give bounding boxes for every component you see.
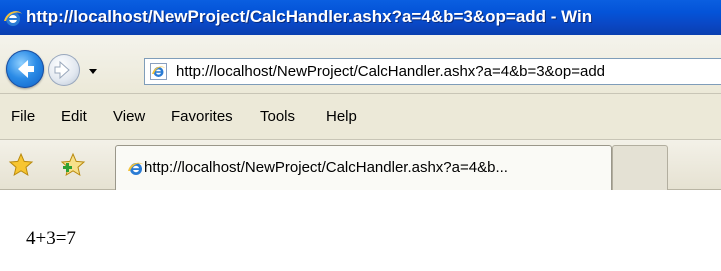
- menu-tools[interactable]: Tools: [260, 108, 295, 125]
- menu-edit[interactable]: Edit: [61, 108, 87, 125]
- menu-favorites[interactable]: Favorites: [171, 108, 233, 125]
- menu-file[interactable]: File: [11, 108, 35, 125]
- tab-title: http://localhost/NewProject/CalcHandler.…: [144, 159, 508, 176]
- forward-arrow-icon: [54, 60, 70, 80]
- page-content: 4+3=7: [0, 190, 721, 271]
- ie-page-icon: [150, 63, 167, 80]
- chevron-down-icon: [89, 69, 97, 74]
- address-bar[interactable]: http://localhost/NewProject/CalcHandler.…: [144, 58, 721, 85]
- window-title: http://localhost/NewProject/CalcHandler.…: [26, 7, 593, 26]
- title-bar: http://localhost/NewProject/CalcHandler.…: [0, 0, 721, 35]
- history-dropdown-button[interactable]: [85, 63, 101, 79]
- menu-help[interactable]: Help: [326, 108, 357, 125]
- menu-bar: File Edit View Favorites Tools Help: [0, 93, 721, 140]
- ie-icon: [4, 11, 22, 26]
- favorites-star-icon[interactable]: [8, 152, 34, 178]
- tab-active[interactable]: http://localhost/NewProject/CalcHandler.…: [115, 145, 612, 190]
- calc-result: 4+3=7: [26, 228, 76, 249]
- forward-button[interactable]: [48, 54, 80, 86]
- back-button[interactable]: [6, 50, 44, 88]
- menu-view[interactable]: View: [113, 108, 145, 125]
- ie-icon: [128, 162, 144, 175]
- add-favorite-icon[interactable]: [60, 152, 86, 178]
- back-arrow-icon: [18, 60, 34, 78]
- address-url: http://localhost/NewProject/CalcHandler.…: [176, 63, 606, 80]
- new-tab-button[interactable]: [612, 145, 668, 190]
